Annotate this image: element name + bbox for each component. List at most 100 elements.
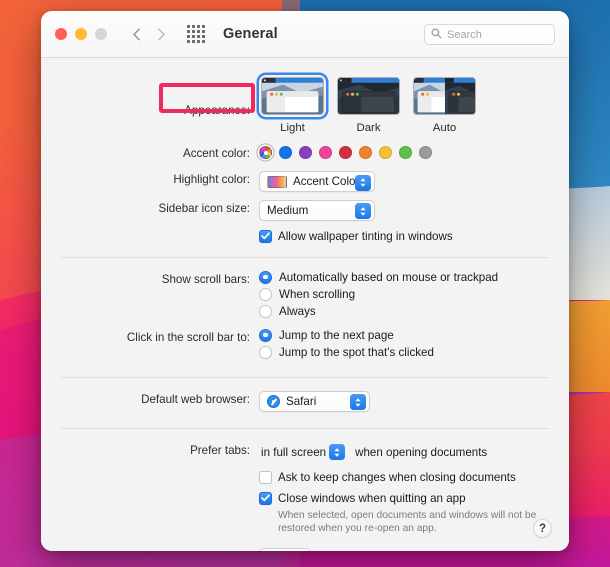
appearance-options: Light Dark Auto bbox=[259, 75, 545, 134]
system-preferences-window: General Appearance: bbox=[41, 11, 569, 551]
minimize-window-button[interactable] bbox=[75, 28, 87, 40]
appearance-option-dark-label: Dark bbox=[356, 122, 381, 134]
appearance-option-auto[interactable]: Auto bbox=[411, 75, 478, 134]
radio-icon bbox=[259, 345, 272, 359]
prefer-tabs-label: Prefer tabs: bbox=[190, 443, 250, 457]
click-option-next-page-label: Jump to the next page bbox=[279, 328, 394, 342]
appearance-label: Appearance: bbox=[184, 104, 250, 117]
accent-color-row: Accent color: bbox=[65, 134, 545, 162]
dark-theme-thumbnail[interactable] bbox=[335, 75, 402, 117]
appearance-option-auto-label: Auto bbox=[432, 122, 457, 134]
appearance-option-light[interactable]: Light bbox=[259, 75, 326, 134]
help-button[interactable]: ? bbox=[533, 519, 552, 538]
chevron-updown-icon bbox=[355, 174, 371, 191]
ask-keep-changes-label: Ask to keep changes when closing documen… bbox=[278, 470, 516, 484]
radio-icon bbox=[259, 270, 272, 284]
show-all-grid-icon[interactable] bbox=[187, 25, 205, 43]
gradient-swatch-icon bbox=[267, 175, 287, 188]
chevron-updown-icon bbox=[329, 444, 346, 460]
navigation-buttons bbox=[131, 28, 167, 41]
prefer-tabs-value: in full screen bbox=[261, 445, 327, 459]
close-window-button[interactable] bbox=[55, 28, 67, 40]
page-title: General bbox=[223, 26, 278, 42]
accent-swatch-red[interactable] bbox=[339, 146, 352, 159]
default-browser-label: Default web browser: bbox=[141, 392, 250, 406]
highlight-color-value: Accent Color bbox=[293, 175, 360, 188]
wallpaper-tinting-label: Allow wallpaper tinting in windows bbox=[278, 229, 453, 243]
scrollbar-option-always[interactable]: Always bbox=[259, 304, 545, 318]
click-option-spot-clicked[interactable]: Jump to the spot that's clicked bbox=[259, 345, 545, 359]
highlight-color-popup[interactable]: Accent Color bbox=[259, 171, 375, 192]
prefer-tabs-row: Prefer tabs: in full screen when opening… bbox=[65, 429, 545, 463]
prefer-tabs-popup[interactable]: in full screen bbox=[259, 442, 348, 463]
appearance-option-dark[interactable]: Dark bbox=[335, 75, 402, 134]
close-windows-label: Close windows when quitting an app bbox=[278, 491, 466, 505]
chevron-updown-icon bbox=[355, 203, 371, 219]
safari-icon bbox=[267, 394, 280, 408]
back-chevron-icon[interactable] bbox=[131, 28, 143, 41]
forward-chevron-icon[interactable] bbox=[155, 28, 167, 41]
sidebar-icon-size-popup[interactable]: Medium bbox=[259, 199, 375, 221]
accent-swatch-graphite[interactable] bbox=[419, 146, 432, 159]
radio-icon bbox=[259, 304, 272, 318]
accent-swatch-blue[interactable] bbox=[279, 146, 292, 159]
accent-swatch-yellow[interactable] bbox=[379, 146, 392, 159]
checkbox-icon bbox=[259, 491, 272, 505]
wallpaper-tinting-checkbox[interactable]: Allow wallpaper tinting in windows bbox=[259, 229, 545, 243]
preferences-content: Appearance: Light Dark Auto Accent color… bbox=[41, 58, 569, 551]
search-input[interactable] bbox=[447, 28, 548, 41]
highlight-color-label: Highlight color: bbox=[173, 173, 250, 186]
appearance-row: Appearance: Light Dark Auto bbox=[65, 58, 545, 134]
close-windows-checkbox[interactable]: Close windows when quitting an app bbox=[259, 491, 545, 505]
click-scroll-bar-row: Click in the scroll bar to: Jump to the … bbox=[65, 322, 545, 363]
accent-color-label: Accent color: bbox=[182, 147, 250, 160]
radio-icon bbox=[259, 328, 272, 342]
auto-theme-thumbnail[interactable] bbox=[411, 75, 478, 117]
scrollbar-option-when-scrolling-label: When scrolling bbox=[279, 287, 356, 301]
accent-swatch-multicolor[interactable] bbox=[259, 146, 272, 159]
scrollbar-option-when-scrolling[interactable]: When scrolling bbox=[259, 287, 545, 301]
close-windows-hint: When selected, open documents and window… bbox=[278, 509, 537, 535]
appearance-option-light-label: Light bbox=[280, 122, 305, 134]
sidebar-icon-size-label: Sidebar icon size: bbox=[158, 201, 250, 215]
checkbox-icon bbox=[259, 470, 272, 484]
default-browser-value: Safari bbox=[286, 394, 317, 408]
light-theme-preview bbox=[262, 78, 323, 114]
accent-swatch-orange[interactable] bbox=[359, 146, 372, 159]
scrollbar-option-always-label: Always bbox=[279, 304, 316, 318]
highlight-color-row: Highlight color: Accent Color bbox=[65, 162, 545, 193]
auto-theme-preview bbox=[414, 78, 475, 114]
traffic-light-buttons bbox=[55, 28, 107, 40]
recent-items-stepper[interactable]: 10 bbox=[259, 547, 311, 551]
accent-color-swatches bbox=[259, 145, 545, 159]
recent-items-label: Recent items: bbox=[65, 548, 259, 552]
chevron-updown-icon bbox=[350, 394, 366, 410]
prefer-tabs-suffix: when opening documents bbox=[355, 445, 488, 459]
checkbox-icon bbox=[259, 229, 272, 243]
search-icon bbox=[431, 26, 442, 44]
click-option-spot-clicked-label: Jump to the spot that's clicked bbox=[279, 345, 434, 359]
click-scroll-bar-label: Click in the scroll bar to: bbox=[126, 330, 250, 344]
accent-swatch-pink[interactable] bbox=[319, 146, 332, 159]
light-theme-thumbnail[interactable] bbox=[259, 75, 326, 117]
scrollbar-option-automatic-label: Automatically based on mouse or trackpad bbox=[279, 270, 499, 284]
show-scroll-bars-row: Show scroll bars: Automatically based on… bbox=[65, 258, 545, 322]
search-field[interactable] bbox=[424, 24, 555, 45]
ask-keep-changes-checkbox[interactable]: Ask to keep changes when closing documen… bbox=[259, 470, 545, 484]
default-browser-popup[interactable]: Safari bbox=[259, 390, 370, 412]
wallpaper-tinting-row: Allow wallpaper tinting in windows bbox=[65, 221, 545, 243]
sidebar-icon-size-value: Medium bbox=[267, 203, 309, 217]
close-windows-row: Close windows when quitting an app When … bbox=[65, 484, 545, 536]
window-titlebar: General bbox=[41, 11, 569, 58]
accent-swatch-green[interactable] bbox=[399, 146, 412, 159]
sidebar-icon-size-row: Sidebar icon size: Medium bbox=[65, 193, 545, 221]
default-browser-row: Default web browser: Safari bbox=[65, 378, 545, 413]
accent-swatch-purple[interactable] bbox=[299, 146, 312, 159]
maximize-window-button[interactable] bbox=[95, 28, 107, 40]
click-option-next-page[interactable]: Jump to the next page bbox=[259, 328, 545, 342]
scrollbar-option-automatic[interactable]: Automatically based on mouse or trackpad bbox=[259, 270, 545, 284]
ask-keep-changes-row: Ask to keep changes when closing documen… bbox=[65, 463, 545, 484]
radio-icon bbox=[259, 287, 272, 301]
recent-items-row: Recent items: 10 Documents, Apps, and Se… bbox=[65, 536, 545, 552]
dark-theme-preview bbox=[338, 78, 399, 114]
